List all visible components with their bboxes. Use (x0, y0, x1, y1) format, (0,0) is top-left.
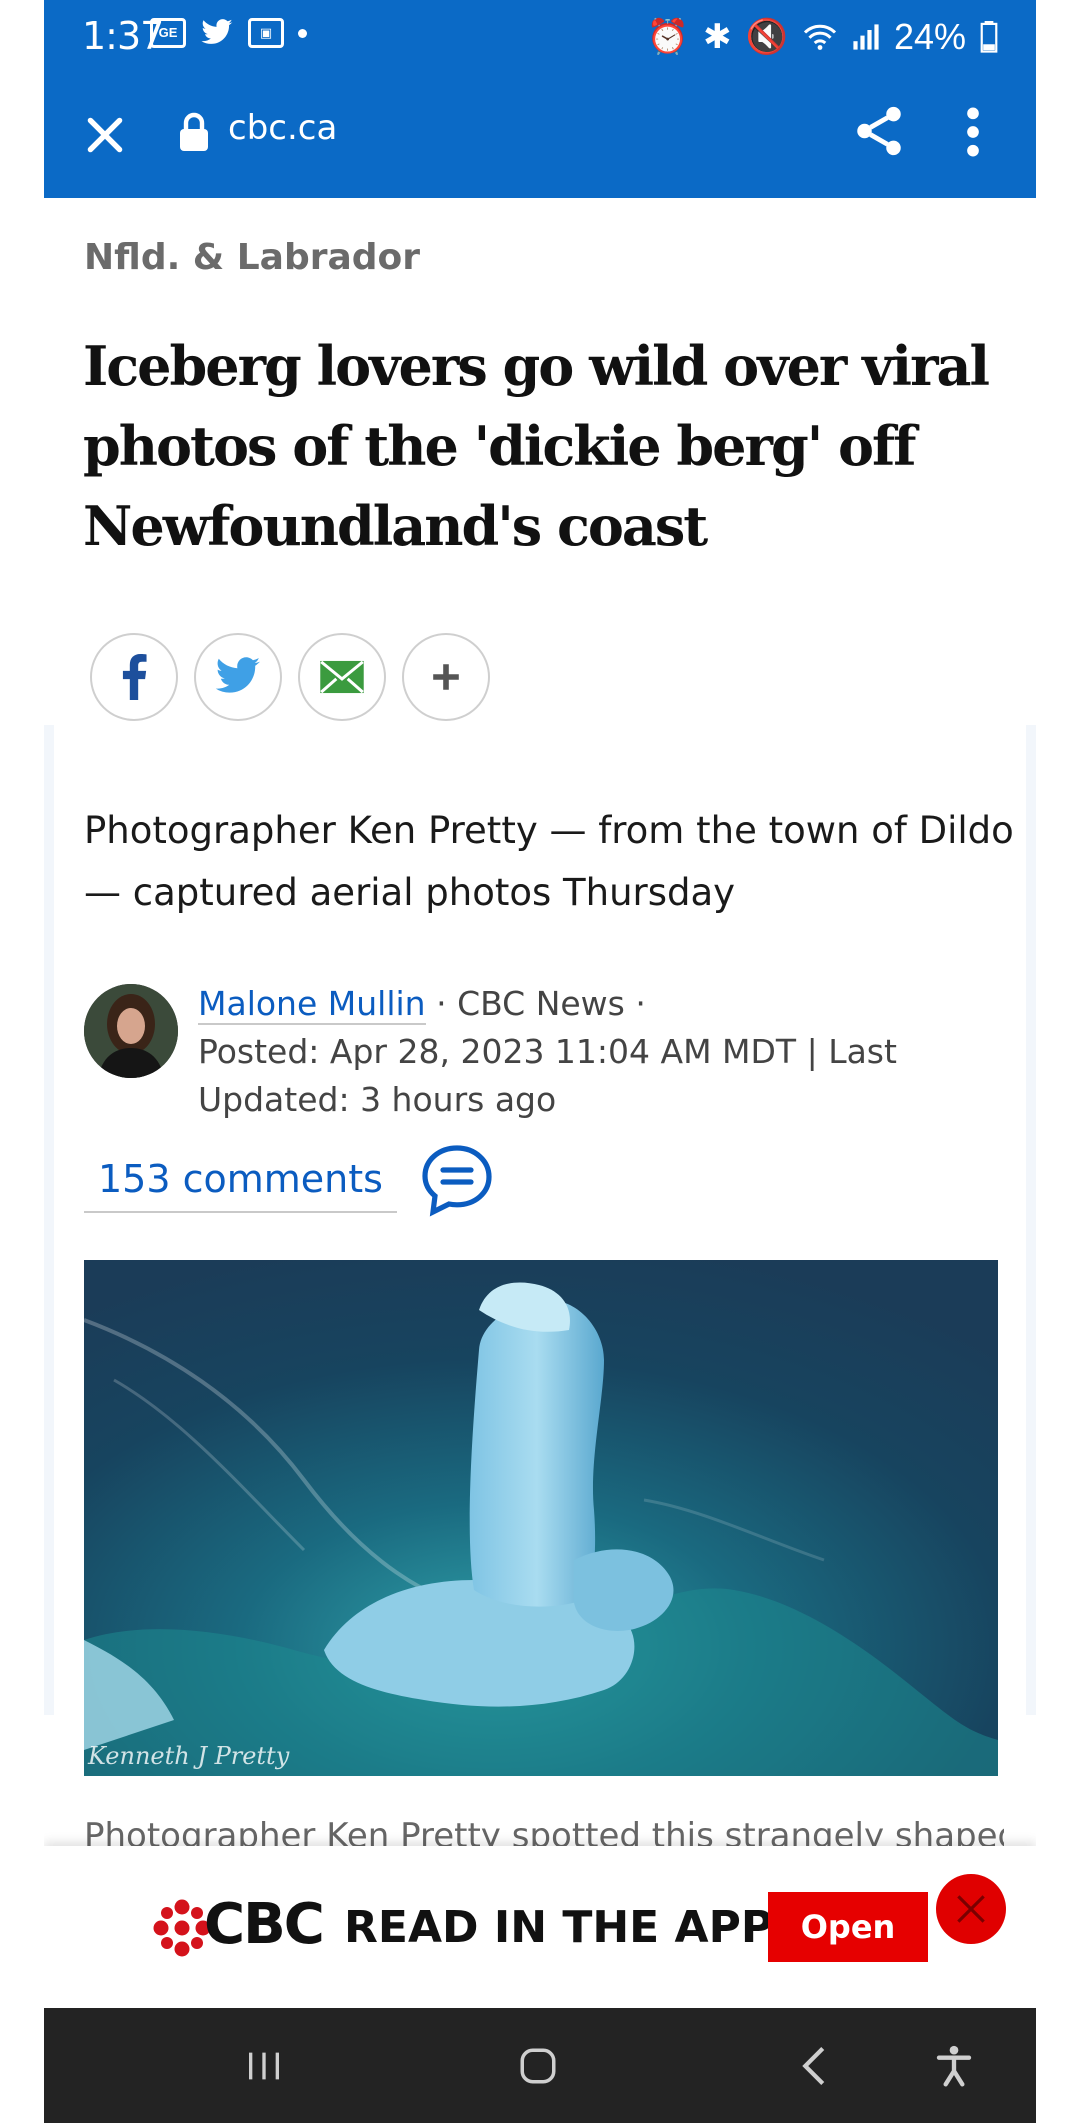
home-button[interactable] (508, 2036, 568, 2096)
email-icon (320, 660, 364, 694)
byline-outlet: CBC News (457, 984, 625, 1023)
article-category[interactable]: Nfld. & Labrador (84, 237, 420, 278)
twitter-icon (201, 19, 233, 44)
share-icon[interactable] (850, 102, 908, 160)
lock-icon (180, 112, 208, 151)
recent-apps-icon (249, 2052, 279, 2080)
status-left-icons: GE ▣ (150, 18, 307, 48)
home-icon (520, 2048, 556, 2084)
more-options-icon[interactable] (964, 104, 982, 160)
posted-date: Posted: Apr 28, 2023 11:04 AM MDT | Last… (198, 1032, 897, 1119)
status-right-icons: ⏰ ✱ 🔇 24% (647, 16, 998, 58)
close-x-icon (957, 1895, 985, 1923)
app-banner-text: READ IN THE APP (344, 1902, 774, 1953)
wifi-icon (803, 24, 837, 50)
author-link[interactable]: Malone Mullin (198, 984, 426, 1025)
cbc-wordmark: CBC (204, 1892, 325, 1957)
share-email-button[interactable] (298, 633, 386, 721)
battery-percent: 24% (893, 16, 966, 57)
share-more-button[interactable] (402, 633, 490, 721)
share-facebook-button[interactable] (90, 633, 178, 721)
back-icon (802, 2047, 825, 2085)
gmail-icon: GE (150, 18, 186, 48)
open-app-button[interactable]: Open (768, 1892, 928, 1962)
mute-icon: 🔇 (745, 18, 788, 56)
signal-icon (853, 24, 879, 50)
dot-indicator (298, 28, 307, 38)
accessibility-icon (936, 2045, 972, 2087)
article-headline: Iceberg lovers go wild over viral photos… (83, 334, 990, 558)
battery-icon (980, 21, 998, 53)
comment-bubble-icon[interactable] (417, 1140, 497, 1220)
byline-separator-2: · (624, 984, 646, 1023)
share-row (90, 633, 490, 721)
share-twitter-button[interactable] (194, 633, 282, 721)
comments-link[interactable]: 153 comments (84, 1147, 397, 1213)
recent-apps-button[interactable] (234, 2036, 294, 2096)
notification-icon: ▣ (248, 18, 284, 48)
android-nav-bar (44, 2008, 1036, 2123)
iceberg-photo: Kenneth J Pretty (84, 1260, 998, 1776)
status-bar: 1:37 GE ▣ ⏰ ✱ 🔇 24% (44, 0, 1036, 72)
photo-caption: Photographer Ken Pretty spotted this str… (84, 1816, 1004, 1846)
banner-close-button[interactable] (936, 1874, 1006, 1944)
accessibility-button[interactable] (924, 2036, 984, 2096)
photo-credit: Kenneth J Pretty (87, 1742, 290, 1770)
plus-icon (433, 664, 459, 690)
alarm-icon: ⏰ (646, 18, 690, 56)
article-photo[interactable]: Kenneth J Pretty (84, 1260, 998, 1776)
comments-row: 153 comments (84, 1140, 497, 1220)
url-bar: cbc.ca (44, 72, 1036, 198)
browser-header: 1:37 GE ▣ ⏰ ✱ 🔇 24% cbc.ca (44, 0, 1036, 198)
right-frame (1036, 0, 1080, 2123)
byline-text: Malone Mullin · CBC News · Posted: Apr 2… (198, 980, 998, 1124)
avatar-image (84, 984, 178, 1078)
app-banner: CBC READ IN THE APP Open (44, 1846, 1036, 2008)
browser-page: 1:37 GE ▣ ⏰ ✱ 🔇 24% cbc.ca Nfld. & Labra… (44, 0, 1036, 2123)
author-avatar[interactable] (84, 984, 178, 1078)
byline-separator: · (436, 984, 458, 1023)
back-button[interactable] (784, 2036, 844, 2096)
close-icon[interactable] (80, 110, 130, 160)
article-deck: Photographer Ken Pretty — from the town … (84, 809, 1014, 914)
bluetooth-icon: ✱ (703, 18, 732, 56)
facebook-icon (122, 654, 147, 700)
left-frame (0, 0, 44, 2123)
twitter-share-icon (215, 657, 260, 693)
cbc-gem-icon (153, 1899, 211, 1957)
url-domain[interactable]: cbc.ca (228, 108, 337, 148)
